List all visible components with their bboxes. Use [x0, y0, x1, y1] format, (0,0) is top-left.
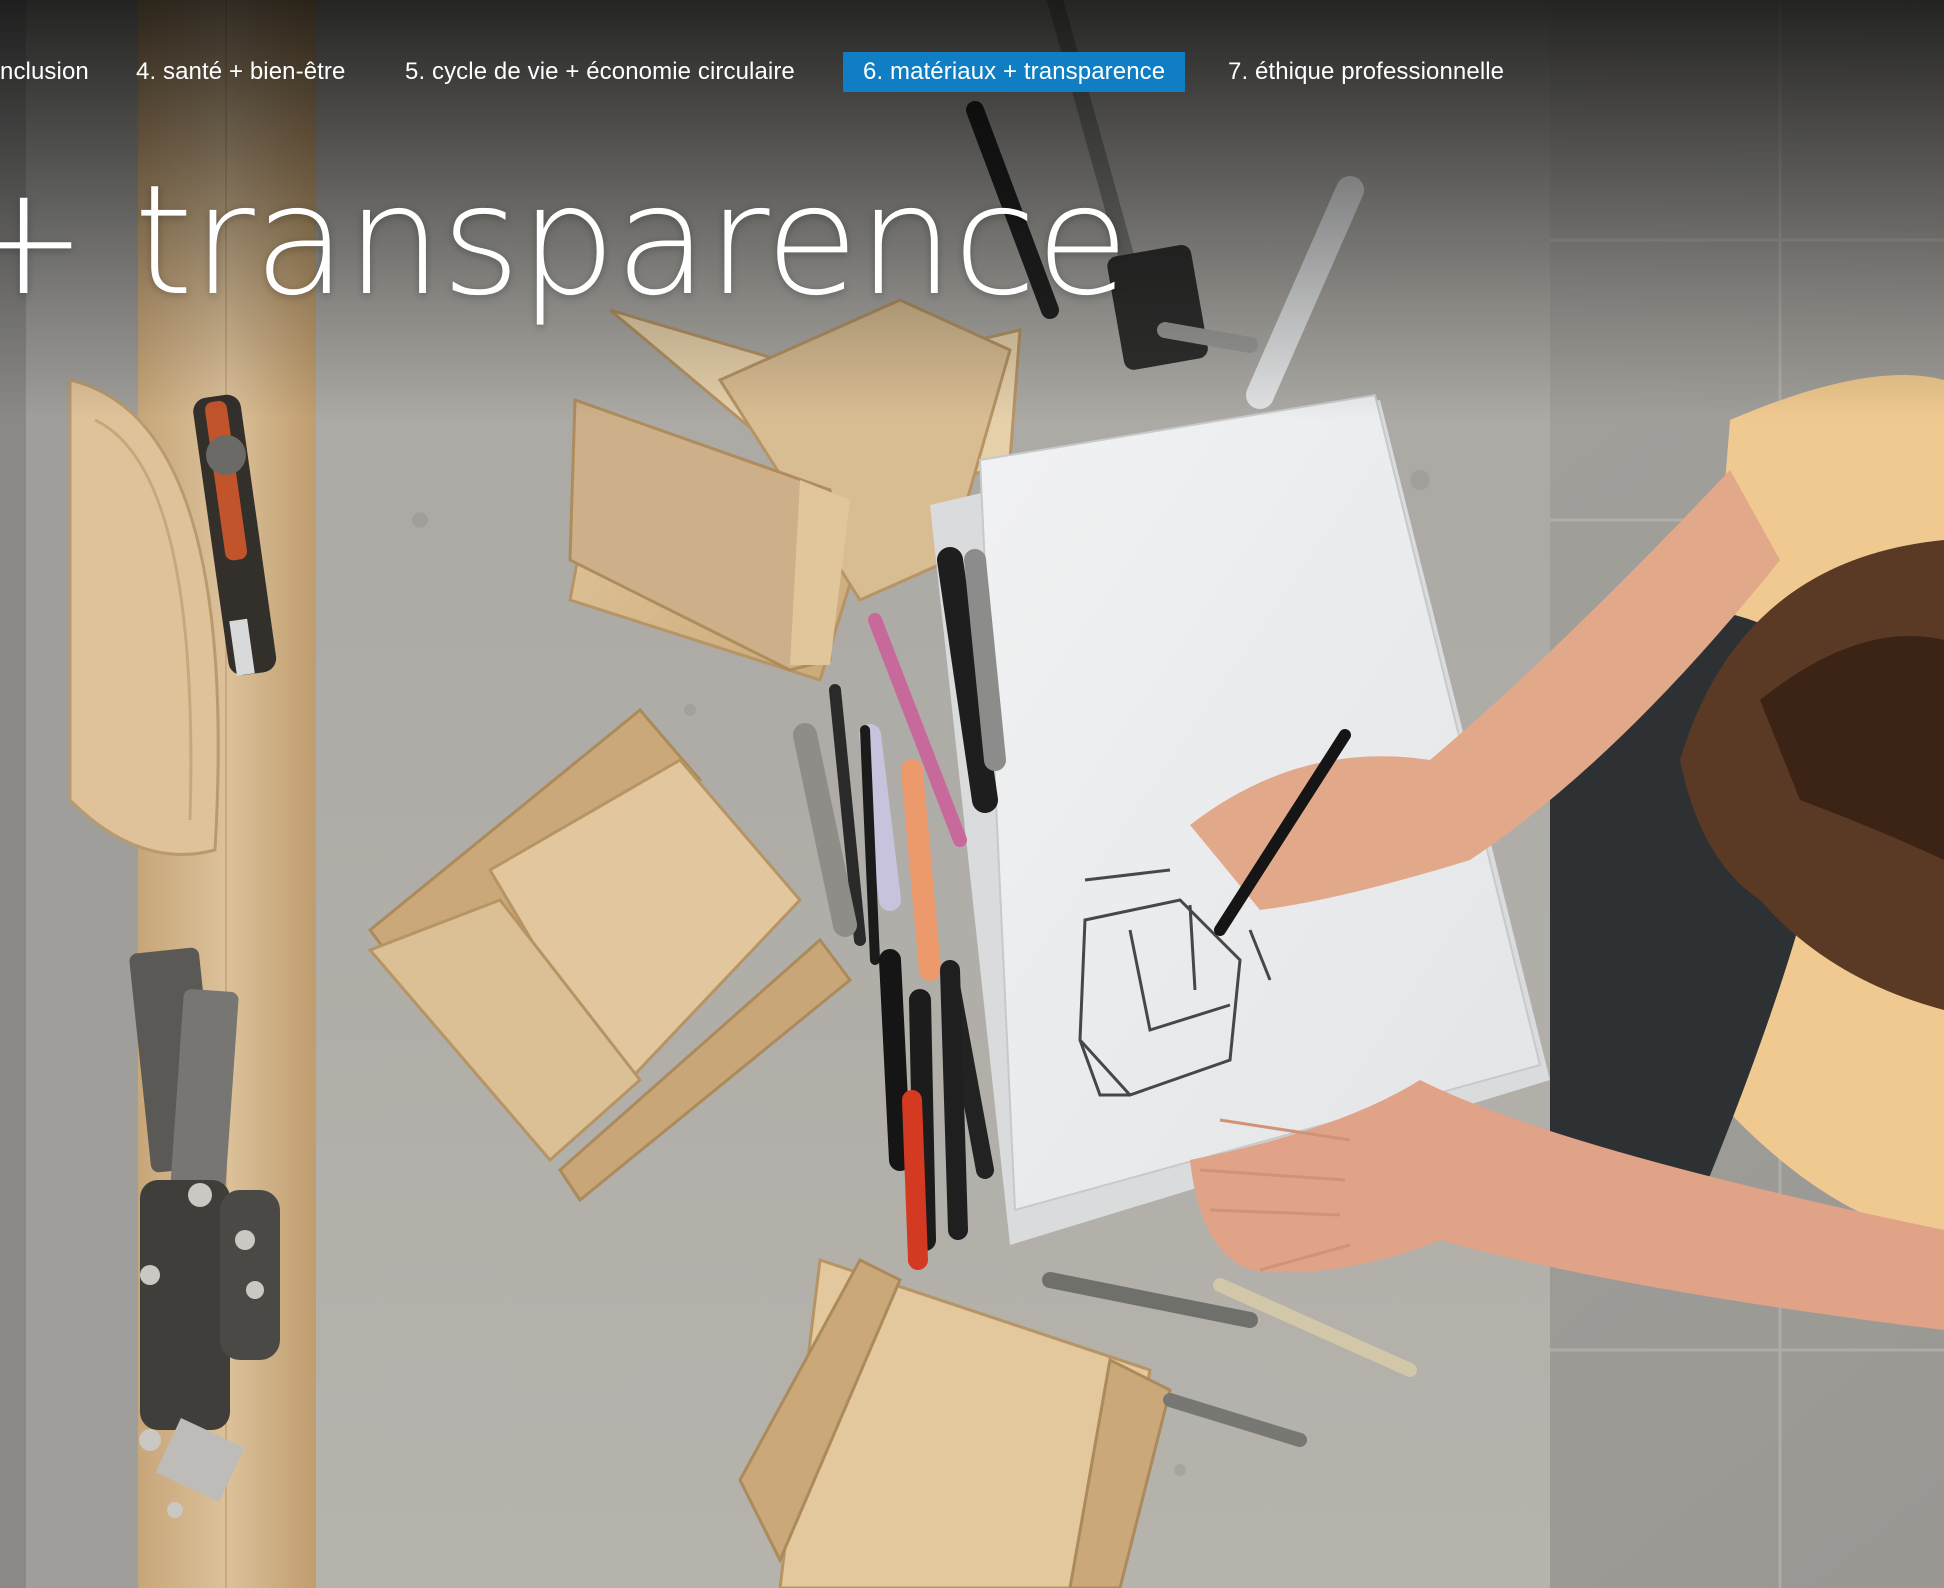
nav-item-inclusion[interactable]: nclusion: [0, 52, 89, 92]
nav-item-materiaux-transparence[interactable]: 6. matériaux + transparence: [843, 52, 1186, 92]
nav-item-sante-bien-etre[interactable]: 4. santé + bien-être: [136, 52, 345, 92]
hero-section: nclusion 4. santé + bien-être 5. cycle d…: [0, 0, 1944, 1588]
nav-item-cycle-de-vie[interactable]: 5. cycle de vie + économie circulaire: [405, 52, 795, 92]
nav-item-ethique-professionnelle[interactable]: 7. éthique professionnelle: [1228, 52, 1504, 92]
page-title: + transparence: [0, 152, 1129, 329]
